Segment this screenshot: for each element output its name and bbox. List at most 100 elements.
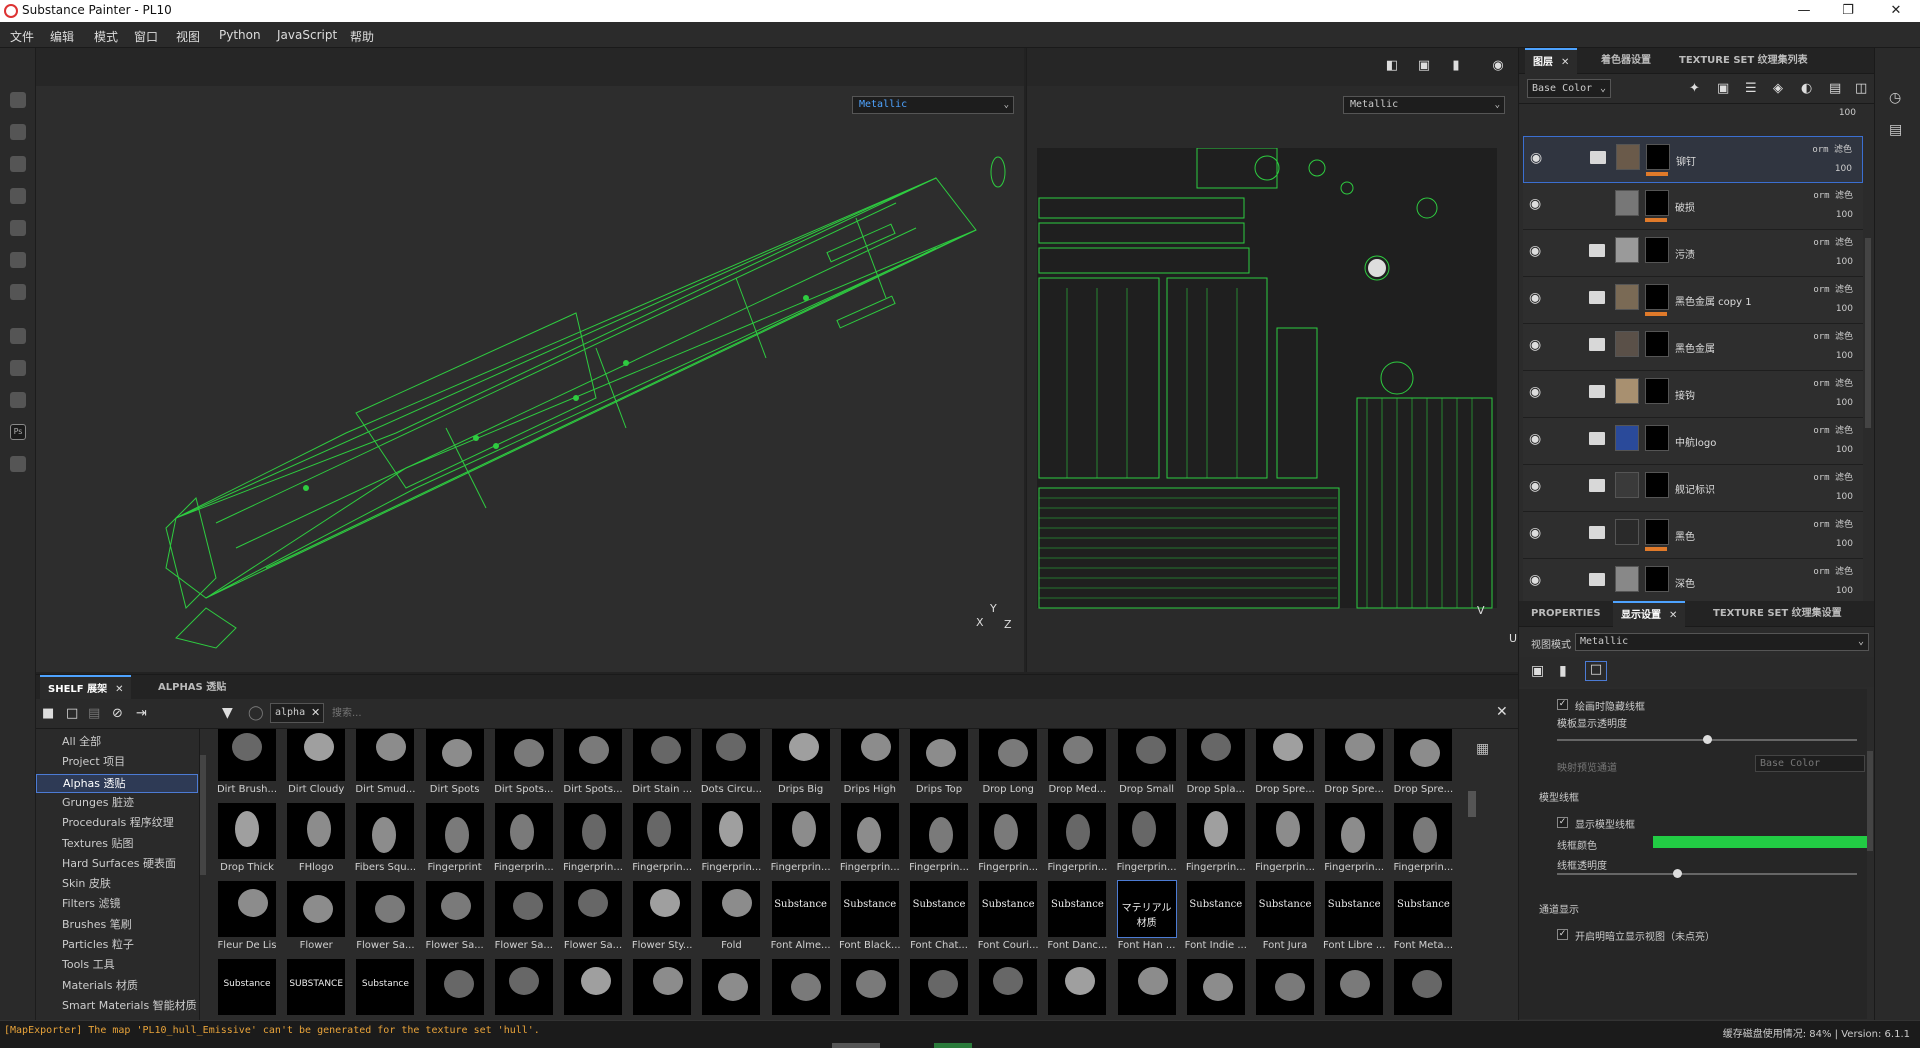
menu-file[interactable]: 文件 — [10, 28, 34, 45]
shelf-category[interactable]: Brushes 笔刷 — [36, 916, 198, 935]
tab-properties[interactable]: PROPERTIES — [1531, 601, 1601, 627]
tab-display-settings[interactable]: 显示设置 ✕ — [1613, 601, 1686, 627]
shelf-item[interactable] — [768, 959, 834, 1021]
shelf-item[interactable]: Dirt Spots... — [491, 729, 557, 803]
tab-shelf[interactable]: SHELF 展架 ✕ — [40, 675, 132, 701]
eye-icon[interactable]: ◉ — [1529, 384, 1547, 402]
shelf-item[interactable]: Drop Spre... — [1390, 729, 1456, 803]
eye-icon[interactable]: ◉ — [1529, 290, 1547, 308]
layer-opacity[interactable]: 100 — [1836, 445, 1853, 455]
layer-blend-mode[interactable]: orm 滤色 — [1813, 329, 1853, 342]
shelf-category[interactable]: Procedurals 程序纹理 — [36, 814, 198, 833]
layer-blend-mode[interactable]: orm 滤色 — [1813, 564, 1853, 577]
tab-alphas[interactable]: ALPHAS 透贴 — [158, 675, 226, 701]
paint-brush-icon[interactable] — [10, 92, 26, 108]
folder-icon[interactable] — [1589, 385, 1605, 398]
shelf-item[interactable]: Fingerprin... — [837, 803, 903, 881]
grid-scrollbar[interactable] — [1468, 791, 1476, 817]
shelf-item[interactable]: Substance — [214, 959, 280, 1021]
shelf-item[interactable]: Fingerprin... — [768, 803, 834, 881]
shelf-item[interactable] — [422, 959, 488, 1021]
layer-opacity[interactable]: 100 — [1836, 539, 1853, 549]
shelf-category[interactable]: Filters 滤镜 — [36, 895, 198, 914]
log-icon[interactable]: ▤ — [1889, 122, 1902, 138]
shelf-item[interactable]: FHlogo — [283, 803, 349, 881]
model-opacity-knob[interactable] — [1703, 735, 1712, 744]
shelf-item[interactable]: Fingerprint — [422, 803, 488, 881]
shelf-item[interactable]: Drop Med... — [1044, 729, 1110, 803]
folder-icon[interactable] — [1589, 526, 1605, 539]
shelf-item[interactable]: Fingerprin... — [906, 803, 972, 881]
shelf-item[interactable]: Dirt Spots — [422, 729, 488, 803]
shelf-item[interactable]: Drips Top — [906, 729, 972, 803]
refresh-icon[interactable]: ◯ — [248, 705, 264, 721]
layer-blend-mode[interactable]: orm 滤色 — [1813, 282, 1853, 295]
layer-opacity[interactable]: 100 — [1836, 351, 1853, 361]
category-scrollbar[interactable] — [200, 755, 206, 875]
layer-row[interactable]: ◉ 破损 orm 滤色 100 — [1523, 183, 1863, 230]
screenshot-icon[interactable]: ◉ — [1489, 58, 1507, 74]
shelf-item[interactable]: Substance Font Libre ... — [1321, 881, 1387, 959]
layer-row[interactable]: ◉ 黑色 orm 滤色 100 — [1523, 512, 1863, 559]
clear-search-icon[interactable]: ✕ — [1496, 704, 1508, 720]
grid-view-icon[interactable]: ▦ — [1476, 741, 1489, 757]
shelf-item[interactable] — [491, 959, 557, 1021]
layer-name[interactable]: 铆钉 — [1676, 153, 1696, 168]
layer-name[interactable]: 污渍 — [1675, 246, 1695, 261]
shelf-item[interactable]: Fingerprin... — [1390, 803, 1456, 881]
shelf-item[interactable]: Fingerprin... — [560, 803, 626, 881]
shelf-item[interactable]: Fingerprin... — [491, 803, 557, 881]
folder-icon[interactable] — [1589, 432, 1605, 445]
close-icon[interactable]: ✕ — [1669, 610, 1677, 621]
color-picker-icon[interactable] — [10, 284, 26, 300]
shelf-item[interactable]: Substance Font Black... — [837, 881, 903, 959]
shelf-category[interactable]: Alphas 透贴 — [36, 773, 198, 793]
filter-tag[interactable]: alpha ✕ — [270, 703, 324, 723]
shelf-category[interactable]: Smart Materials 智能材质 — [36, 997, 198, 1016]
folder-icon[interactable]: ■ — [42, 706, 54, 721]
shelf-item[interactable]: Dots Circu... — [698, 729, 764, 803]
shelf-item[interactable] — [1044, 959, 1110, 1021]
export-icon[interactable] — [10, 456, 26, 472]
layer-blend-mode[interactable]: orm 滤色 — [1813, 188, 1853, 201]
layer-row[interactable]: ◉ 污渍 orm 滤色 100 — [1523, 230, 1863, 277]
channel-dropdown[interactable]: Base Color ⌄ — [1527, 79, 1611, 98]
menu-javascript[interactable]: JavaScript — [277, 28, 337, 42]
layer-name[interactable]: 黑色金属 copy 1 — [1675, 293, 1752, 308]
shelf-item[interactable]: Substance Font Chat... — [906, 881, 972, 959]
shelf-item[interactable]: Drop Thick — [214, 803, 280, 881]
filter-icon[interactable]: ▼ — [222, 705, 233, 721]
layer-opacity[interactable]: 100 — [1836, 210, 1853, 220]
shelf-item[interactable]: Dirt Cloudy — [283, 729, 349, 803]
eye-icon[interactable]: ◉ — [1529, 431, 1547, 449]
layer-blend-mode[interactable]: orm 滤色 — [1813, 376, 1853, 389]
folder-icon[interactable] — [1589, 291, 1605, 304]
add-folder-icon[interactable]: ▤ — [1829, 81, 1841, 96]
camera-video-icon[interactable]: ▮ — [1447, 58, 1465, 74]
eye-icon[interactable]: ◉ — [1529, 243, 1547, 261]
shelf-item[interactable]: Drop Spla... — [1183, 729, 1249, 803]
minimize-icon[interactable]: — — [1784, 1, 1824, 21]
add-fill-layer-icon[interactable]: ◈ — [1773, 81, 1783, 96]
layer-row[interactable]: ◉ 中航logo orm 滤色 100 — [1523, 418, 1863, 465]
shelf-item[interactable]: マテリアル材质 Font Han ... — [1114, 880, 1180, 959]
camera-icon[interactable]: ▮ — [1559, 663, 1567, 679]
menu-view[interactable]: 视图 — [176, 28, 200, 45]
close-icon[interactable]: ✕ — [1876, 1, 1916, 21]
mask-thumbnail[interactable] — [1645, 519, 1669, 545]
shelf-category[interactable]: Particles 粒子 — [36, 936, 198, 955]
shelf-category[interactable]: Skin 皮肤 — [36, 875, 198, 894]
shelf-item[interactable] — [1183, 959, 1249, 1021]
shelf-item[interactable]: Dirt Spots... — [560, 729, 626, 803]
mask-thumbnail[interactable] — [1645, 190, 1669, 216]
close-icon[interactable]: ✕ — [115, 684, 123, 695]
menu-edit[interactable]: 编辑 — [50, 28, 74, 45]
geometry-mask-icon[interactable] — [10, 188, 26, 204]
mask-thumbnail[interactable] — [1645, 566, 1669, 592]
bake-icon[interactable] — [10, 360, 26, 376]
add-effect-icon[interactable]: ✦ — [1689, 81, 1700, 96]
layer-name[interactable]: 黑色金属 — [1675, 340, 1715, 355]
shelf-item[interactable]: Flower Sa... — [352, 881, 418, 959]
layer-opacity[interactable]: 100 — [1836, 398, 1853, 408]
shelf-item[interactable]: Substance Font Meta... — [1390, 881, 1456, 959]
